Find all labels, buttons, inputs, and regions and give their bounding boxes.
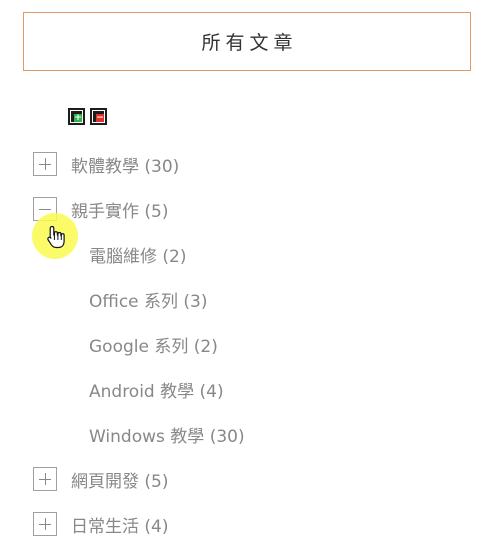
subcategory-item[interactable]: Windows 教學 (30) bbox=[89, 421, 245, 447]
collapse-all-icon: − bbox=[92, 110, 105, 123]
category-label[interactable]: 網頁開發 (5) bbox=[71, 467, 168, 492]
category-label[interactable]: 軟體教學 (30) bbox=[71, 152, 179, 177]
subcategory-item[interactable]: Google 系列 (2) bbox=[89, 331, 218, 357]
subcategory-label[interactable]: Office 系列 (3) bbox=[89, 287, 208, 312]
category-item-webdev[interactable]: 網頁開發 (5) bbox=[33, 466, 168, 492]
expand-all-button[interactable]: + bbox=[68, 108, 85, 125]
category-item-software[interactable]: 軟體教學 (30) bbox=[33, 151, 179, 177]
expand-toggle-icon[interactable] bbox=[33, 512, 57, 536]
expand-all-icon: + bbox=[70, 110, 83, 123]
subcategory-item[interactable]: Office 系列 (3) bbox=[89, 286, 208, 312]
subcategory-item[interactable]: 電腦維修 (2) bbox=[89, 241, 186, 267]
category-item-daily-life[interactable]: 日常生活 (4) bbox=[33, 511, 168, 537]
subcategory-label[interactable]: 電腦維修 (2) bbox=[89, 242, 186, 267]
category-panel-title-box: 所有文章 bbox=[23, 12, 471, 71]
hand-cursor-icon bbox=[47, 225, 65, 249]
category-label[interactable]: 日常生活 (4) bbox=[71, 512, 168, 537]
expand-toggle-icon[interactable] bbox=[33, 467, 57, 491]
subcategory-label[interactable]: Windows 教學 (30) bbox=[89, 422, 245, 447]
collapse-all-button[interactable]: − bbox=[90, 108, 107, 125]
subcategory-label[interactable]: Google 系列 (2) bbox=[89, 332, 218, 357]
category-label[interactable]: 親手實作 (5) bbox=[71, 197, 168, 222]
subcategory-item[interactable]: Android 教學 (4) bbox=[89, 376, 224, 402]
subcategory-label[interactable]: Android 教學 (4) bbox=[89, 377, 224, 402]
page-title: 所有文章 bbox=[201, 32, 298, 54]
expand-toggle-icon[interactable] bbox=[33, 152, 57, 176]
